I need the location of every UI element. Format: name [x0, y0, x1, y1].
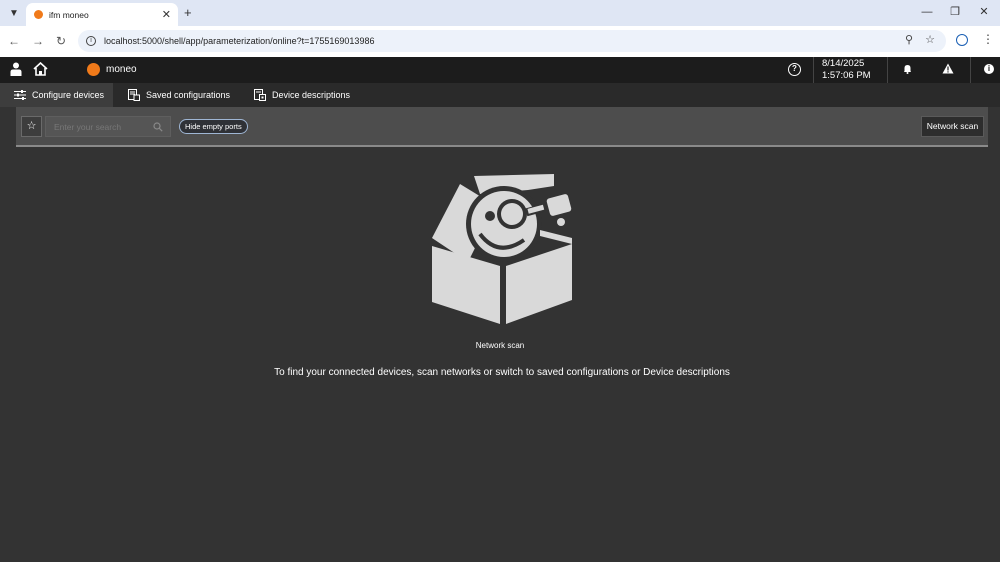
- favicon-icon: [34, 10, 43, 19]
- kebab-menu-icon[interactable]: ⋮: [982, 32, 994, 46]
- help-icon[interactable]: ?: [788, 63, 801, 76]
- empty-state-message: To find your connected devices, scan net…: [274, 367, 730, 378]
- site-info-icon[interactable]: i: [86, 36, 96, 46]
- browser-tab-title: ifm moneo: [49, 9, 89, 20]
- tab-label: Configure devices: [32, 90, 105, 100]
- info-icon[interactable]: i: [984, 64, 994, 74]
- network-scan-illustration: [432, 174, 572, 324]
- tab-configure-devices[interactable]: Configure devices: [0, 83, 113, 107]
- empty-state-caption: Network scan: [475, 341, 525, 350]
- brand-name: moneo: [106, 64, 137, 75]
- minimize-icon[interactable]: —: [915, 4, 939, 20]
- bookmark-star-icon[interactable]: ☆: [923, 33, 937, 47]
- back-icon[interactable]: ←: [6, 33, 22, 49]
- device-description-icon: [254, 89, 266, 101]
- browser-tabstrip: ▼ ifm moneo ✕ + — ❐ ✕: [0, 0, 1000, 26]
- hide-empty-ports-toggle[interactable]: Hide empty ports: [179, 119, 248, 134]
- restore-icon[interactable]: ❐: [943, 4, 967, 20]
- search-input[interactable]: [54, 121, 150, 132]
- saved-config-icon: [128, 89, 140, 101]
- search-icon: [153, 122, 163, 132]
- home-icon[interactable]: [33, 62, 48, 76]
- datetime: 8/14/2025 1:57:06 PM: [822, 58, 871, 81]
- new-tab-icon[interactable]: +: [184, 5, 192, 21]
- header-divider: [970, 57, 971, 83]
- time-text: 1:57:06 PM: [822, 69, 871, 81]
- warning-icon[interactable]: [942, 63, 954, 74]
- browser-tab[interactable]: ifm moneo ✕: [26, 3, 178, 26]
- user-icon[interactable]: [10, 62, 22, 76]
- tab-device-descriptions[interactable]: Device descriptions: [254, 83, 350, 107]
- network-scan-button[interactable]: Network scan: [921, 116, 984, 137]
- close-window-icon[interactable]: ✕: [972, 4, 996, 20]
- zoom-icon[interactable]: ⚲: [902, 33, 916, 47]
- bell-icon[interactable]: [903, 64, 912, 74]
- reload-icon[interactable]: ↻: [53, 33, 69, 49]
- date-text: 8/14/2025: [822, 58, 865, 69]
- profile-icon[interactable]: [956, 34, 968, 46]
- url-text[interactable]: localhost:5000/shell/app/parameterizatio…: [104, 36, 374, 46]
- tab-saved-configurations[interactable]: Saved configurations: [128, 83, 230, 107]
- favorites-star-icon[interactable]: ☆: [21, 116, 42, 137]
- tab-label: Device descriptions: [272, 90, 351, 100]
- header-divider: [887, 57, 888, 83]
- search-box[interactable]: [45, 116, 171, 137]
- address-bar[interactable]: i localhost:5000/shell/app/parameterizat…: [78, 30, 946, 52]
- close-tab-icon[interactable]: ✕: [162, 8, 171, 21]
- browser-toolbar: ← → ↻ i localhost:5000/shell/app/paramet…: [0, 26, 1000, 57]
- header-divider: [813, 57, 814, 83]
- tab-list-icon[interactable]: ▼: [6, 5, 22, 21]
- forward-icon[interactable]: →: [30, 33, 46, 49]
- tab-label: Saved configurations: [146, 90, 231, 100]
- sliders-icon: [14, 90, 26, 100]
- moneo-logo: [87, 63, 100, 76]
